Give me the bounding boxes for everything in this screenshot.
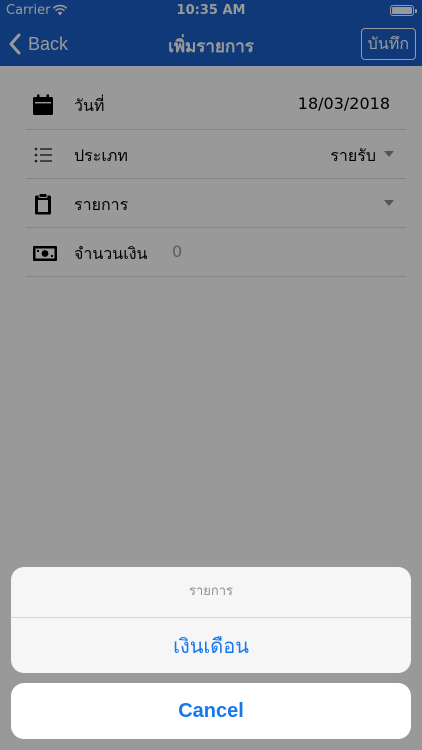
- action-sheet-title: รายการ: [11, 567, 411, 618]
- cancel-button[interactable]: Cancel: [11, 683, 411, 739]
- action-sheet: รายการ เงินเดือน: [11, 567, 411, 673]
- action-option-salary[interactable]: เงินเดือน: [11, 618, 411, 673]
